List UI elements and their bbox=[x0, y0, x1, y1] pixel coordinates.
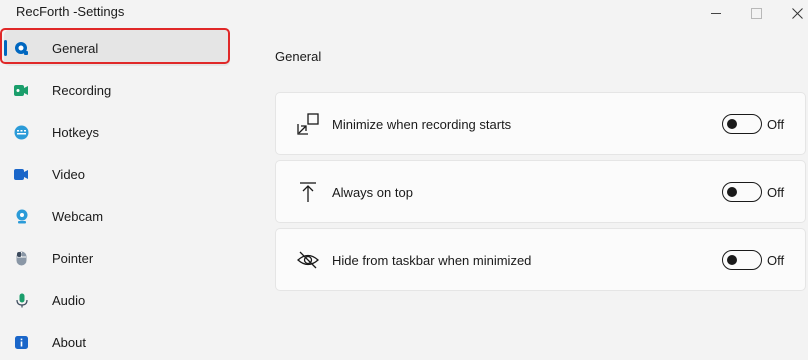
sidebar-item-video[interactable]: Video bbox=[4, 156, 230, 192]
eye-hidden-icon bbox=[297, 249, 319, 271]
mouse-pointer-icon bbox=[14, 251, 29, 266]
sidebar-item-label: Hotkeys bbox=[52, 124, 99, 140]
video-icon bbox=[14, 167, 29, 182]
setting-label: Hide from taskbar when minimized bbox=[332, 253, 532, 268]
sidebar-item-recording[interactable]: Recording bbox=[4, 72, 230, 108]
sidebar-item-label: General bbox=[52, 40, 99, 56]
webcam-icon bbox=[14, 209, 29, 224]
page-title: General bbox=[275, 49, 322, 64]
minimize-icon bbox=[711, 12, 721, 14]
keyboard-icon bbox=[14, 125, 29, 140]
sidebar-item-label: Pointer bbox=[52, 250, 94, 266]
selection-indicator bbox=[4, 40, 7, 56]
sidebar-item-hotkeys[interactable]: Hotkeys bbox=[4, 114, 230, 150]
minimize-on-record-toggle[interactable] bbox=[722, 114, 762, 134]
setting-label: Minimize when recording starts bbox=[332, 117, 512, 132]
toggle-knob bbox=[727, 255, 737, 265]
title-bar: RecForth -Settings bbox=[0, 0, 808, 26]
pin-to-top-icon bbox=[297, 181, 319, 203]
sidebar-item-about[interactable]: About bbox=[4, 324, 230, 360]
toggle-state-text: Off bbox=[767, 253, 785, 268]
settings-window: RecForth -Settings General Recording Hot… bbox=[0, 0, 808, 360]
maximize-icon bbox=[750, 7, 762, 19]
minimize-arrows-icon bbox=[297, 113, 319, 135]
toggle-knob bbox=[727, 119, 737, 129]
sidebar-nav: General Recording Hotkeys Video Webcam P… bbox=[0, 26, 250, 360]
maximize-window-button[interactable] bbox=[733, 0, 779, 26]
info-icon bbox=[14, 335, 29, 350]
sidebar-item-webcam[interactable]: Webcam bbox=[4, 198, 230, 234]
setting-card-minimize-on-record: Minimize when recording starts Off bbox=[275, 92, 806, 155]
setting-label: Always on top bbox=[332, 185, 413, 200]
close-icon bbox=[791, 7, 803, 19]
sidebar-item-label: Recording bbox=[52, 82, 112, 98]
always-on-top-toggle[interactable] bbox=[722, 182, 762, 202]
setting-card-always-on-top: Always on top Off bbox=[275, 160, 806, 223]
hide-from-taskbar-toggle[interactable] bbox=[722, 250, 762, 270]
sidebar-item-label: About bbox=[52, 334, 86, 350]
toggle-state-text: Off bbox=[767, 117, 785, 132]
setting-card-hide-from-taskbar: Hide from taskbar when minimized Off bbox=[275, 228, 806, 291]
toggle-state-text: Off bbox=[767, 185, 785, 200]
sidebar-item-pointer[interactable]: Pointer bbox=[4, 240, 230, 276]
window-title: RecForth -Settings bbox=[16, 4, 125, 19]
sidebar-item-label: Webcam bbox=[52, 208, 104, 224]
sidebar-item-general[interactable]: General bbox=[4, 30, 230, 66]
toggle-knob bbox=[727, 187, 737, 197]
sidebar-item-label: Audio bbox=[52, 292, 86, 308]
microphone-icon bbox=[14, 293, 29, 308]
close-window-button[interactable] bbox=[774, 0, 808, 26]
sidebar-item-label: Video bbox=[52, 166, 86, 182]
general-settings-icon bbox=[14, 41, 29, 56]
sidebar-item-audio[interactable]: Audio bbox=[4, 282, 230, 318]
recording-camera-icon bbox=[14, 83, 29, 98]
